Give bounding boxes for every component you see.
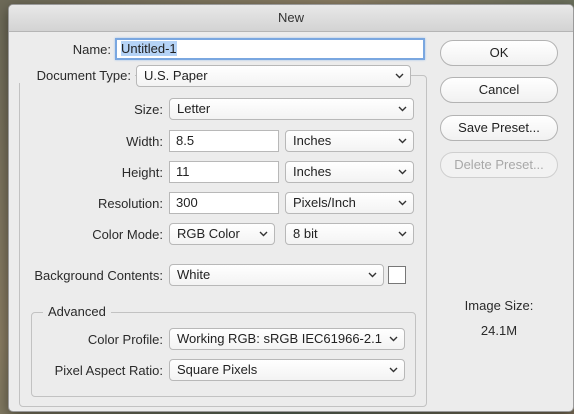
color-profile-select[interactable]: Working RGB: sRGB IEC61966-2.1 xyxy=(169,328,405,350)
chevron-down-icon xyxy=(387,329,399,349)
pixel-aspect-ratio-value: Square Pixels xyxy=(177,362,258,377)
color-profile-label: Color Profile: xyxy=(87,332,163,347)
advanced-title: Advanced xyxy=(43,304,111,319)
document-type-label: Document Type: xyxy=(9,68,135,83)
chevron-down-icon xyxy=(366,265,378,285)
document-type-select[interactable]: U.S. Paper xyxy=(136,65,411,87)
color-profile-value: Working RGB: sRGB IEC61966-2.1 xyxy=(177,331,382,346)
bit-depth-select[interactable]: 8 bit xyxy=(285,223,414,245)
document-type-value: U.S. Paper xyxy=(144,68,208,83)
chevron-down-icon xyxy=(396,131,408,151)
height-unit-value: Inches xyxy=(293,164,332,179)
image-size-value: 24.1M xyxy=(480,323,518,338)
chevron-down-icon xyxy=(257,224,269,244)
size-select[interactable]: Letter xyxy=(169,98,414,120)
resolution-label: Resolution: xyxy=(97,196,163,211)
size-label: Size: xyxy=(134,102,163,117)
chevron-down-icon xyxy=(396,162,408,182)
width-unit-select[interactable]: Inches xyxy=(285,130,414,152)
resolution-unit-value: Pixels/Inch xyxy=(293,195,356,210)
name-input[interactable]: Untitled-1 xyxy=(115,38,425,60)
dialog-title: New xyxy=(9,5,573,32)
background-contents-select[interactable]: White xyxy=(169,264,384,286)
new-document-dialog: New Name: Untitled-1 Document Type: U.S.… xyxy=(8,4,574,412)
height-label: Height: xyxy=(121,165,163,180)
ok-button[interactable]: OK xyxy=(440,40,558,66)
width-unit-value: Inches xyxy=(293,133,332,148)
height-input[interactable]: 11 xyxy=(169,161,279,183)
background-contents-label: Background Contents: xyxy=(34,268,163,283)
name-value: Untitled-1 xyxy=(121,41,177,56)
background-color-swatch[interactable] xyxy=(388,266,406,284)
image-size-label: Image Size: xyxy=(464,298,534,313)
resolution-unit-select[interactable]: Pixels/Inch xyxy=(285,192,414,214)
advanced-group-box xyxy=(31,312,416,397)
name-label: Name: xyxy=(72,42,111,57)
save-preset-button[interactable]: Save Preset... xyxy=(440,115,558,141)
resolution-input[interactable]: 300 xyxy=(169,192,279,214)
width-input[interactable]: 8.5 xyxy=(169,130,279,152)
bit-depth-value: 8 bit xyxy=(293,226,318,241)
size-value: Letter xyxy=(177,101,211,116)
pixel-aspect-ratio-select[interactable]: Square Pixels xyxy=(169,359,405,381)
delete-preset-button[interactable]: Delete Preset... xyxy=(440,152,558,178)
pixel-aspect-ratio-label: Pixel Aspect Ratio: xyxy=(54,363,163,378)
color-mode-select[interactable]: RGB Color xyxy=(169,223,275,245)
chevron-down-icon xyxy=(396,224,408,244)
width-label: Width: xyxy=(126,134,163,149)
color-mode-value: RGB Color xyxy=(177,226,240,241)
chevron-down-icon xyxy=(387,360,399,380)
chevron-down-icon xyxy=(393,66,405,86)
chevron-down-icon xyxy=(396,193,408,213)
color-mode-label: Color Mode: xyxy=(92,227,163,242)
chevron-down-icon xyxy=(396,99,408,119)
background-contents-value: White xyxy=(177,267,211,282)
height-unit-select[interactable]: Inches xyxy=(285,161,414,183)
cancel-button[interactable]: Cancel xyxy=(440,77,558,103)
